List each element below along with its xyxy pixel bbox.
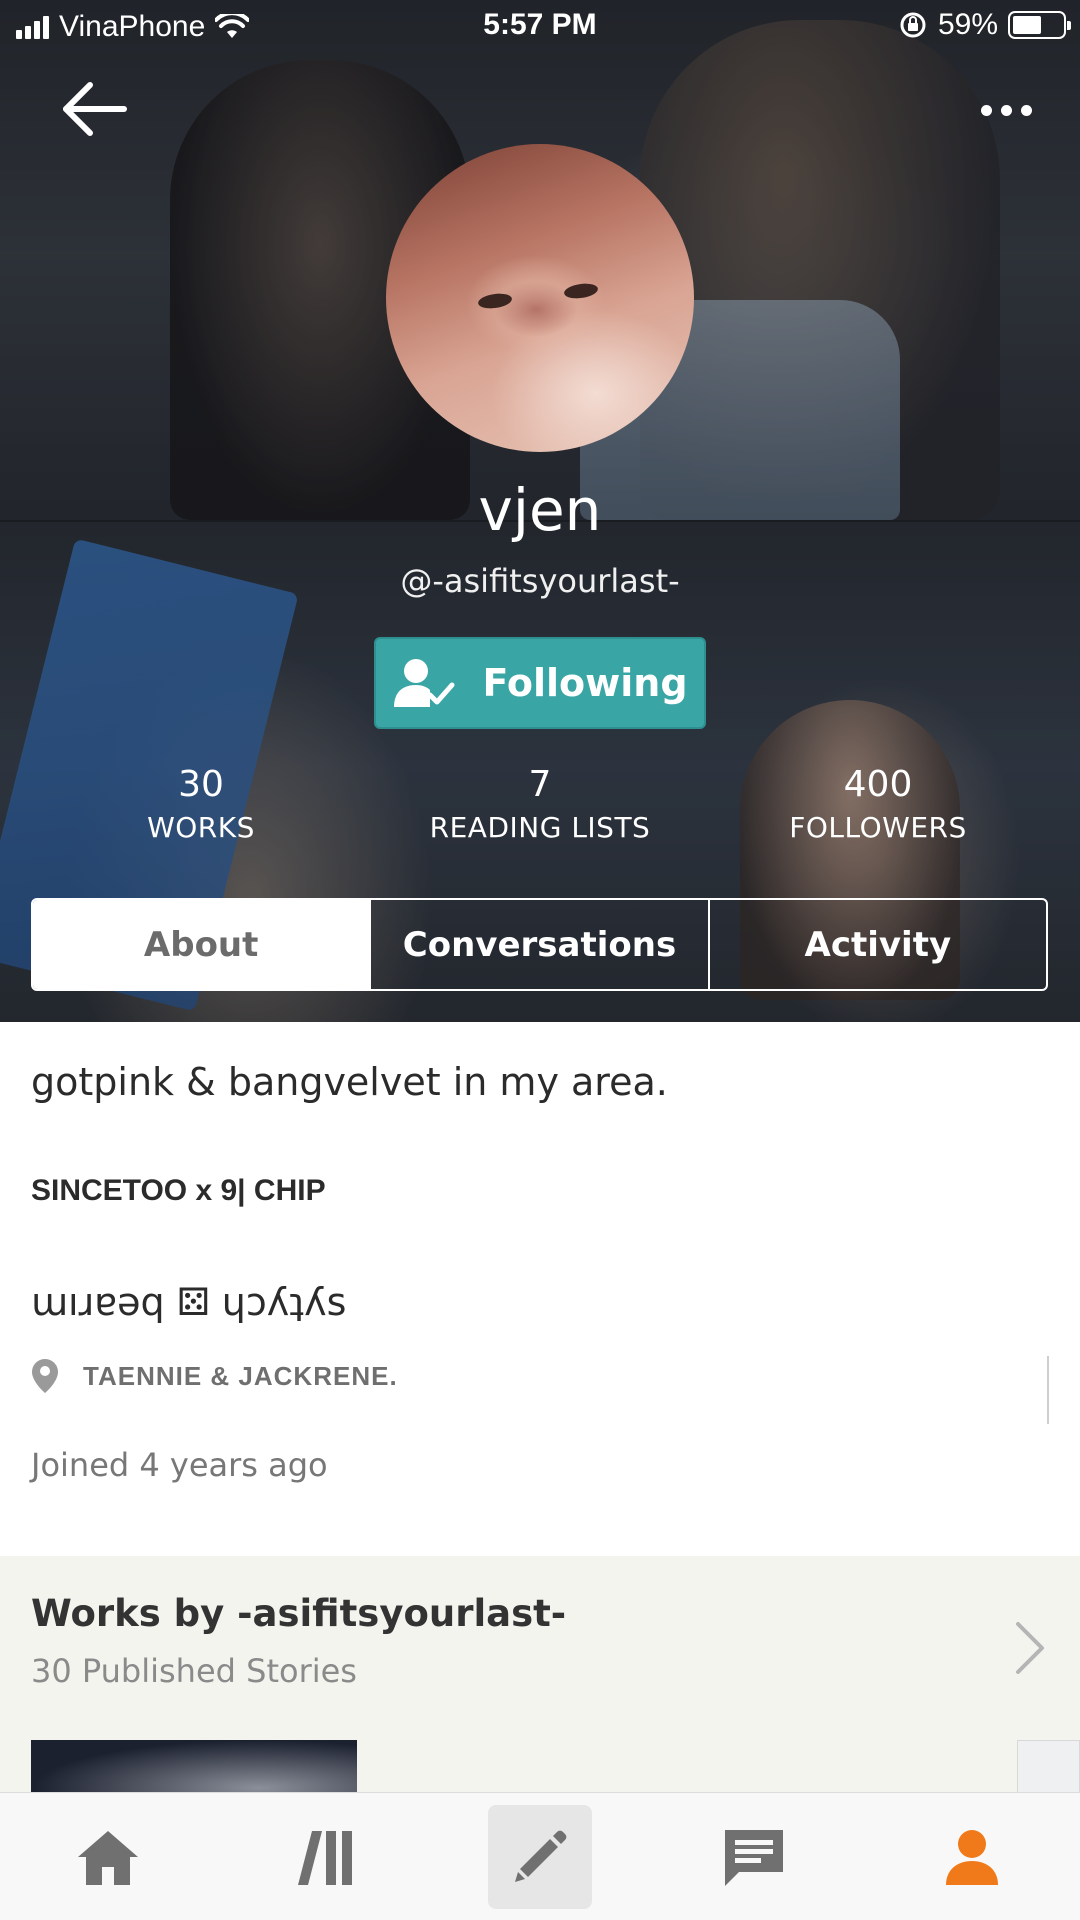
library-icon	[298, 1831, 352, 1885]
stat-followers[interactable]: 400 FOLLOWERS	[728, 764, 1028, 844]
bio-line: ɯıɹɐǝq ⚄ ɥɔʎʇʎs	[31, 1280, 347, 1324]
nav-write[interactable]	[488, 1805, 592, 1909]
tab-conversations[interactable]: Conversations	[369, 900, 707, 989]
battery-icon	[1008, 11, 1071, 39]
stat-label: READING LISTS	[429, 811, 651, 844]
bio-text: gotpink & bangvelvet in my area.	[31, 1060, 668, 1104]
nav-home[interactable]	[56, 1805, 160, 1909]
profile-tabs: About Conversations Activity	[31, 898, 1048, 991]
avatar[interactable]	[386, 144, 694, 452]
location: TAENNIE & JACKRENE.	[31, 1358, 398, 1394]
following-button-label: Following	[482, 661, 688, 705]
home-icon	[78, 1831, 138, 1885]
tab-activity[interactable]: Activity	[707, 900, 1046, 989]
nav-profile[interactable]	[920, 1805, 1024, 1909]
username: @-asifitsyourlast-	[400, 562, 680, 600]
following-button[interactable]: Following	[374, 637, 706, 729]
stat-value: 400	[843, 764, 913, 805]
back-arrow-icon[interactable]	[60, 80, 128, 138]
bio-line: SINCETOO x 9| CHIP	[31, 1174, 326, 1207]
more-options-icon[interactable]	[976, 92, 1036, 128]
location-pin-icon	[32, 1359, 58, 1393]
nav-messages[interactable]	[702, 1805, 806, 1909]
stat-label: FOLLOWERS	[789, 811, 967, 844]
profile-icon	[946, 1830, 998, 1885]
battery-percentage: 59%	[937, 8, 998, 41]
story-cover[interactable]	[1017, 1740, 1080, 1792]
write-icon	[515, 1830, 567, 1882]
status-bar: VinaPhone 5:57 PM 59%	[0, 0, 1080, 54]
nav-library[interactable]	[274, 1805, 378, 1909]
works-section[interactable]: Works by -asifitsyourlast- 30 Published …	[0, 1556, 1080, 1792]
stat-reading-lists[interactable]: 7 READING LISTS	[390, 764, 690, 844]
works-count: 30 Published Stories	[31, 1652, 357, 1690]
stat-works[interactable]: 30 WORKS	[51, 764, 351, 844]
about-section: gotpink & bangvelvet in my area. SINCETO…	[0, 1022, 1080, 1556]
stat-value: 30	[178, 764, 224, 805]
bottom-navigation	[0, 1792, 1080, 1920]
chevron-right-icon[interactable]	[1010, 1618, 1050, 1678]
divider	[1047, 1356, 1049, 1424]
messages-icon	[725, 1830, 783, 1886]
orientation-lock-icon	[900, 12, 926, 38]
battery-level	[1013, 16, 1042, 34]
user-check-icon	[394, 659, 455, 707]
stat-value: 7	[528, 764, 552, 805]
works-title: Works by -asifitsyourlast-	[31, 1592, 567, 1635]
location-text: TAENNIE & JACKRENE.	[83, 1360, 398, 1391]
joined-date: Joined 4 years ago	[31, 1446, 328, 1484]
story-cover[interactable]	[31, 1740, 357, 1792]
tab-about[interactable]: About	[33, 900, 370, 989]
display-name: vjen	[478, 476, 602, 544]
stat-label: WORKS	[147, 811, 255, 844]
